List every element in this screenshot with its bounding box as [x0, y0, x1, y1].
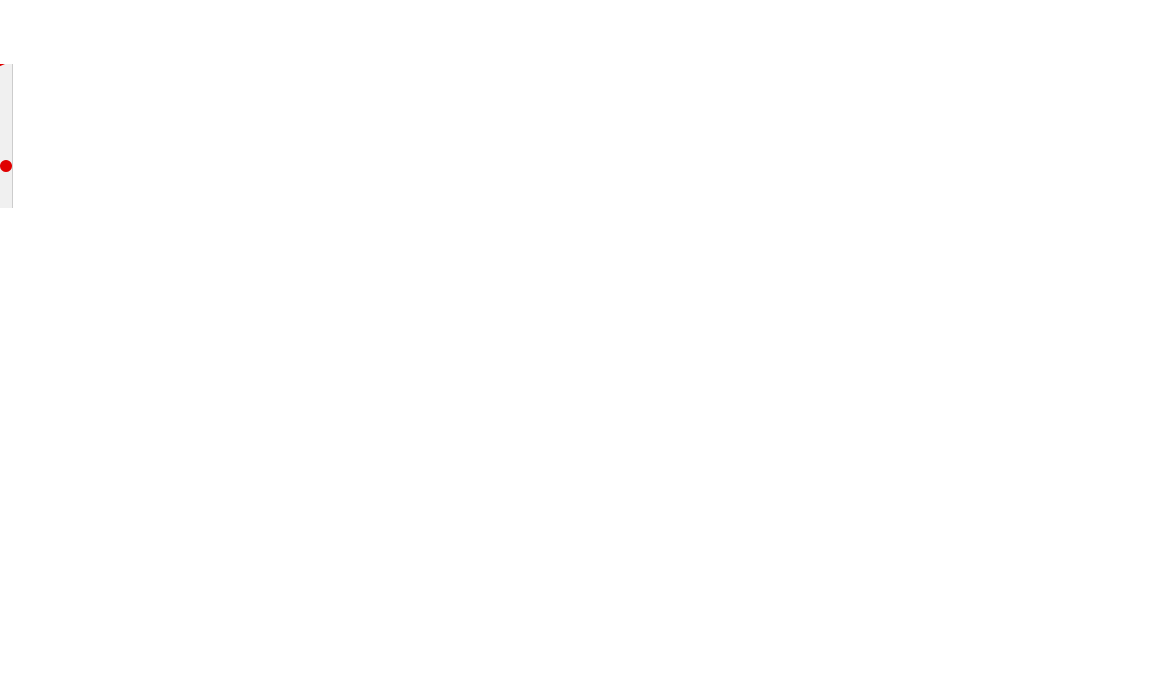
fold-gutter	[0, 64, 13, 208]
code-editor[interactable]	[0, 64, 1160, 208]
jks-arrow	[0, 64, 1160, 697]
